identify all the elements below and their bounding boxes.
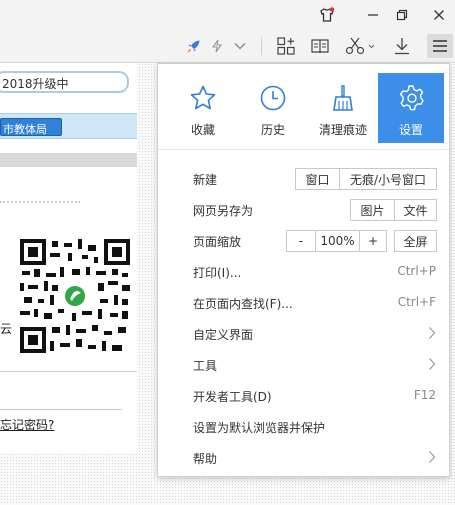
menu-item-devtools[interactable]: 开发者工具(D) F12 <box>158 380 449 411</box>
default-browser-label: 设置为默认浏览器并保护 <box>193 421 326 435</box>
clock-icon <box>259 83 287 113</box>
favorites-label: 收藏 <box>190 123 215 137</box>
browser-main-menu: 收藏 历史 清理痕迹 设置 新建 窗口 无痕/小号窗口 网页另存为 图片 文件 <box>157 63 450 477</box>
lightning-icon[interactable] <box>208 34 226 58</box>
save-file-button[interactable]: 文件 <box>394 199 437 221</box>
title-bar <box>0 0 455 30</box>
menu-row-new: 新建 窗口 无痕/小号窗口 <box>158 163 449 194</box>
menu-item-tools[interactable]: 工具 <box>158 349 449 380</box>
new-window-button[interactable]: 窗口 <box>295 168 340 190</box>
restore-window-icon[interactable] <box>391 4 413 26</box>
devtools-label: 开发者工具(D) <box>193 390 272 404</box>
favorites-button[interactable]: 收藏 <box>170 73 236 143</box>
page-divider <box>0 371 137 372</box>
tools-label: 工具 <box>193 359 218 373</box>
new-label: 新建 <box>193 173 218 187</box>
page-gray-band <box>0 153 137 167</box>
close-icon[interactable] <box>428 4 450 26</box>
browser-toolbar <box>0 30 455 63</box>
clear-traces-label: 清理痕迹 <box>318 123 367 137</box>
download-icon[interactable] <box>390 34 414 58</box>
page-left-panel: 2018升级中 市教体局 云 忘记密码? <box>0 63 137 453</box>
menu-item-default-browser[interactable]: 设置为默认浏览器并保护 <box>158 411 449 442</box>
star-icon <box>189 83 217 113</box>
chevron-right-icon <box>429 451 436 463</box>
zoom-out-button[interactable]: - <box>286 230 316 252</box>
page-search-text: 2018升级中 <box>2 77 69 91</box>
menu-item-customize[interactable]: 自定义界面 <box>158 318 449 349</box>
page-side-text: 云 <box>0 322 13 336</box>
chevron-right-icon <box>429 358 436 370</box>
menu-item-find[interactable]: 在页面内查找(F)... Ctrl+F <box>158 287 449 318</box>
devtools-shortcut: F12 <box>413 388 436 402</box>
page-nav-bar: 市教体局 <box>0 113 137 139</box>
fullscreen-button[interactable]: 全屏 <box>394 230 437 252</box>
print-label: 打印(I)... <box>193 266 242 280</box>
gear-icon <box>397 83 425 113</box>
menu-row-zoom: 页面缩放 - 100% + 全屏 <box>158 225 449 256</box>
help-label: 帮助 <box>193 452 218 466</box>
forgot-password-link[interactable]: 忘记密码? <box>0 416 54 433</box>
grid-plus-icon[interactable] <box>274 34 298 58</box>
menu-row-save-as: 网页另存为 图片 文件 <box>158 194 449 225</box>
clear-traces-button[interactable]: 清理痕迹 <box>310 73 376 143</box>
customize-label: 自定义界面 <box>193 328 254 342</box>
find-shortcut: Ctrl+F <box>397 295 436 309</box>
minimize-icon[interactable] <box>362 4 384 26</box>
menu-item-print[interactable]: 打印(I)... Ctrl+P <box>158 256 449 287</box>
broom-icon <box>329 83 357 113</box>
shirt-icon[interactable] <box>316 4 338 26</box>
history-button[interactable]: 历史 <box>240 73 306 143</box>
scissors-icon[interactable] <box>343 34 377 58</box>
page-search-box[interactable]: 2018升级中 <box>0 71 129 93</box>
menu-item-help[interactable]: 帮助 <box>158 442 449 473</box>
hamburger-menu-icon[interactable] <box>427 34 453 58</box>
page-tab[interactable]: 市教体局 <box>0 118 62 136</box>
find-label: 在页面内查找(F)... <box>193 297 293 311</box>
chevron-right-icon <box>429 327 436 339</box>
save-as-label: 网页另存为 <box>193 204 254 218</box>
zoom-in-button[interactable]: + <box>359 230 387 252</box>
page-divider-2 <box>0 409 122 410</box>
zoom-label: 页面缩放 <box>193 235 242 249</box>
history-label: 历史 <box>260 123 285 137</box>
save-image-button[interactable]: 图片 <box>350 199 395 221</box>
new-incognito-button[interactable]: 无痕/小号窗口 <box>339 168 437 190</box>
quick-actions: 收藏 历史 清理痕迹 设置 <box>158 64 449 150</box>
zoom-level: 100% <box>315 230 360 252</box>
reader-icon[interactable] <box>308 34 332 58</box>
chevron-down-icon[interactable] <box>231 34 249 58</box>
print-shortcut: Ctrl+P <box>397 264 436 278</box>
rocket-icon[interactable] <box>184 34 204 58</box>
page-dotted-divider <box>0 201 80 203</box>
toolbar-divider <box>261 37 262 55</box>
qr-code <box>20 239 130 353</box>
settings-button[interactable]: 设置 <box>378 73 444 143</box>
settings-label: 设置 <box>398 123 423 137</box>
